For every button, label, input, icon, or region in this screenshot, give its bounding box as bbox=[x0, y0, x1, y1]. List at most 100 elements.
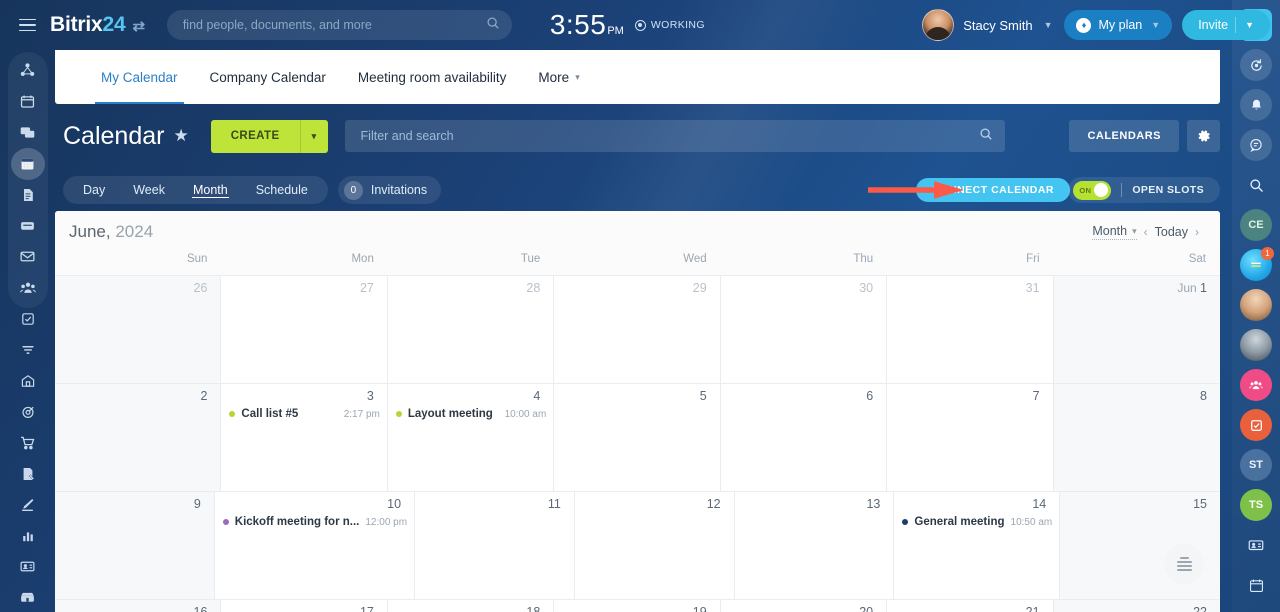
tab-more[interactable]: More ▾ bbox=[522, 50, 595, 104]
calendar-day-cell[interactable]: 29 bbox=[554, 276, 721, 383]
open-slots-toggle[interactable]: ON bbox=[1073, 180, 1112, 200]
list-menu-icon[interactable] bbox=[1164, 544, 1204, 584]
calendar-day-cell[interactable]: 8 bbox=[1053, 384, 1220, 491]
calendar-day-cell[interactable]: 7 bbox=[887, 384, 1054, 491]
sidebar-item-target[interactable] bbox=[8, 397, 48, 426]
calendar-event[interactable]: General meeting 10:50 am bbox=[894, 514, 1059, 530]
calendar-day-cell[interactable]: 9 bbox=[55, 492, 215, 599]
comments-icon[interactable] bbox=[1240, 129, 1272, 161]
view-week[interactable]: Week bbox=[119, 176, 179, 204]
invitations-button[interactable]: 0 Invitations bbox=[337, 176, 442, 204]
calendar-day-cell[interactable]: 15 bbox=[1060, 492, 1220, 599]
search-icon[interactable] bbox=[1240, 169, 1272, 201]
calendar-day-cell[interactable]: 10 Kickoff meeting for n... 12:00 pm bbox=[215, 492, 416, 599]
calendar-event[interactable]: Kickoff meeting for n... 12:00 pm bbox=[215, 514, 414, 530]
calendar-day-cell[interactable]: 6 bbox=[721, 384, 888, 491]
calendar-small-icon[interactable] bbox=[1240, 569, 1272, 601]
contact-card-icon[interactable] bbox=[1240, 529, 1272, 561]
sidebar-item-chat[interactable] bbox=[8, 118, 48, 147]
chevron-down-icon[interactable]: ▾ bbox=[575, 72, 580, 83]
search-icon[interactable] bbox=[979, 127, 993, 146]
calendar-day-cell[interactable]: 11 bbox=[415, 492, 575, 599]
calendar-day-cell[interactable]: 14 General meeting 10:50 am bbox=[894, 492, 1061, 599]
sidebar-item-tasks[interactable] bbox=[8, 304, 48, 333]
gear-icon[interactable] bbox=[1187, 120, 1220, 152]
calendar-day-cell[interactable]: 4 Layout meeting 10:00 am bbox=[388, 384, 555, 491]
hamburger-icon[interactable] bbox=[12, 10, 42, 40]
search-icon[interactable] bbox=[486, 16, 500, 35]
sidebar-item-calendar[interactable] bbox=[8, 148, 48, 180]
chevron-left-icon[interactable]: ‹ bbox=[1137, 225, 1155, 239]
chevron-down-icon[interactable]: ▼ bbox=[1151, 20, 1160, 30]
avatar[interactable] bbox=[922, 9, 955, 41]
calendar-day-cell[interactable]: 18 bbox=[388, 600, 555, 612]
sidebar-item-crm-funnel[interactable] bbox=[8, 335, 48, 364]
calendar-day-cell[interactable]: 31 bbox=[887, 276, 1054, 383]
notifications-bell-icon[interactable] bbox=[1240, 89, 1272, 121]
chevron-down-icon[interactable]: ▼ bbox=[1245, 20, 1254, 30]
calendar-day-cell[interactable]: 27 bbox=[221, 276, 388, 383]
calendar-day-cell[interactable]: 20 bbox=[721, 600, 888, 612]
avatar-photo-2[interactable] bbox=[1240, 329, 1272, 361]
calendar-day-cell[interactable]: 17 bbox=[221, 600, 388, 612]
sidebar-item-signing[interactable] bbox=[8, 459, 48, 488]
calendar-day-cell[interactable]: 13 bbox=[735, 492, 895, 599]
sidebar-item-company[interactable] bbox=[8, 366, 48, 395]
star-icon[interactable]: ★ bbox=[173, 126, 188, 146]
invite-button[interactable]: Invite ▼ bbox=[1182, 10, 1270, 40]
sidebar-item-mail[interactable] bbox=[8, 242, 48, 271]
calendar-day-cell[interactable]: 26 bbox=[55, 276, 222, 383]
calendar-day-cell[interactable]: 12 bbox=[575, 492, 735, 599]
avatar-initials-st[interactable]: ST bbox=[1240, 449, 1272, 481]
calendar-day-cell[interactable]: 3 Call list #5 2:17 pm bbox=[221, 384, 388, 491]
tab-meeting-room-availability[interactable]: Meeting room availability bbox=[342, 50, 523, 104]
calendar-day-cell[interactable]: 5 bbox=[554, 384, 721, 491]
sidebar-item-contacts[interactable] bbox=[8, 552, 48, 581]
tab-my-calendar[interactable]: My Calendar bbox=[85, 50, 194, 104]
avatar-initials-ce[interactable]: CE bbox=[1240, 209, 1272, 241]
calendar-day-cell[interactable]: 30 bbox=[721, 276, 888, 383]
chevron-right-icon[interactable]: › bbox=[1188, 225, 1206, 239]
work-status[interactable]: WORKING bbox=[634, 19, 705, 31]
chevron-down-icon[interactable]: ▾ bbox=[299, 119, 328, 153]
avatar-initials-ts[interactable]: TS bbox=[1240, 489, 1272, 521]
sidebar-item-market[interactable] bbox=[8, 583, 48, 612]
calendar-event[interactable]: Call list #5 2:17 pm bbox=[221, 406, 386, 422]
chat-bubble-icon[interactable]: 1 bbox=[1240, 247, 1274, 281]
sidebar-item-shop[interactable] bbox=[8, 428, 48, 457]
sidebar-item-groups[interactable] bbox=[8, 273, 48, 302]
chevron-down-icon[interactable]: ▼ bbox=[1044, 20, 1053, 30]
avatar-photo-1[interactable] bbox=[1240, 289, 1272, 321]
tab-company-calendar[interactable]: Company Calendar bbox=[194, 50, 342, 104]
filter-search[interactable] bbox=[344, 120, 1005, 152]
calendar-day-cell[interactable]: 16 bbox=[55, 600, 222, 612]
calendar-day-cell[interactable]: 22 bbox=[1053, 600, 1220, 612]
people-icon[interactable] bbox=[1240, 369, 1272, 401]
view-schedule[interactable]: Schedule bbox=[242, 176, 322, 204]
calendar-day-cell[interactable]: Jun 1 bbox=[1053, 276, 1220, 383]
sidebar-item-analytics[interactable] bbox=[8, 521, 48, 550]
switch-icon[interactable]: ⇄ bbox=[132, 18, 145, 35]
search-input[interactable] bbox=[182, 18, 486, 32]
sidebar-item-network[interactable] bbox=[8, 56, 48, 85]
calendar-day-cell[interactable]: 2 bbox=[55, 384, 222, 491]
user-menu[interactable]: Stacy Smith ▼ bbox=[922, 9, 1052, 41]
bitrix-logo[interactable]: Bitrix24 ⇄ bbox=[50, 13, 145, 37]
sidebar-item-feed[interactable] bbox=[8, 87, 48, 116]
calendars-button[interactable]: CALENDARS bbox=[1069, 120, 1179, 152]
sidebar-item-pen[interactable] bbox=[8, 490, 48, 519]
global-search[interactable] bbox=[166, 10, 512, 40]
view-select[interactable]: Month ▾ bbox=[1092, 224, 1137, 240]
calendar-day-cell[interactable]: 21 bbox=[887, 600, 1054, 612]
calendar-event[interactable]: Layout meeting 10:00 am bbox=[388, 406, 553, 422]
my-plan-button[interactable]: ♦ My plan ▼ bbox=[1064, 10, 1173, 40]
filter-input[interactable] bbox=[360, 129, 979, 143]
view-day[interactable]: Day bbox=[69, 176, 119, 204]
today-button[interactable]: Today bbox=[1155, 225, 1188, 239]
sidebar-item-documents[interactable] bbox=[8, 180, 48, 209]
calendar-day-cell[interactable]: 28 bbox=[388, 276, 555, 383]
view-month[interactable]: Month bbox=[179, 176, 242, 204]
refresh-icon[interactable] bbox=[1240, 49, 1272, 81]
calendar-day-cell[interactable]: 19 bbox=[554, 600, 721, 612]
create-button[interactable]: CREATE ▾ bbox=[210, 119, 328, 153]
